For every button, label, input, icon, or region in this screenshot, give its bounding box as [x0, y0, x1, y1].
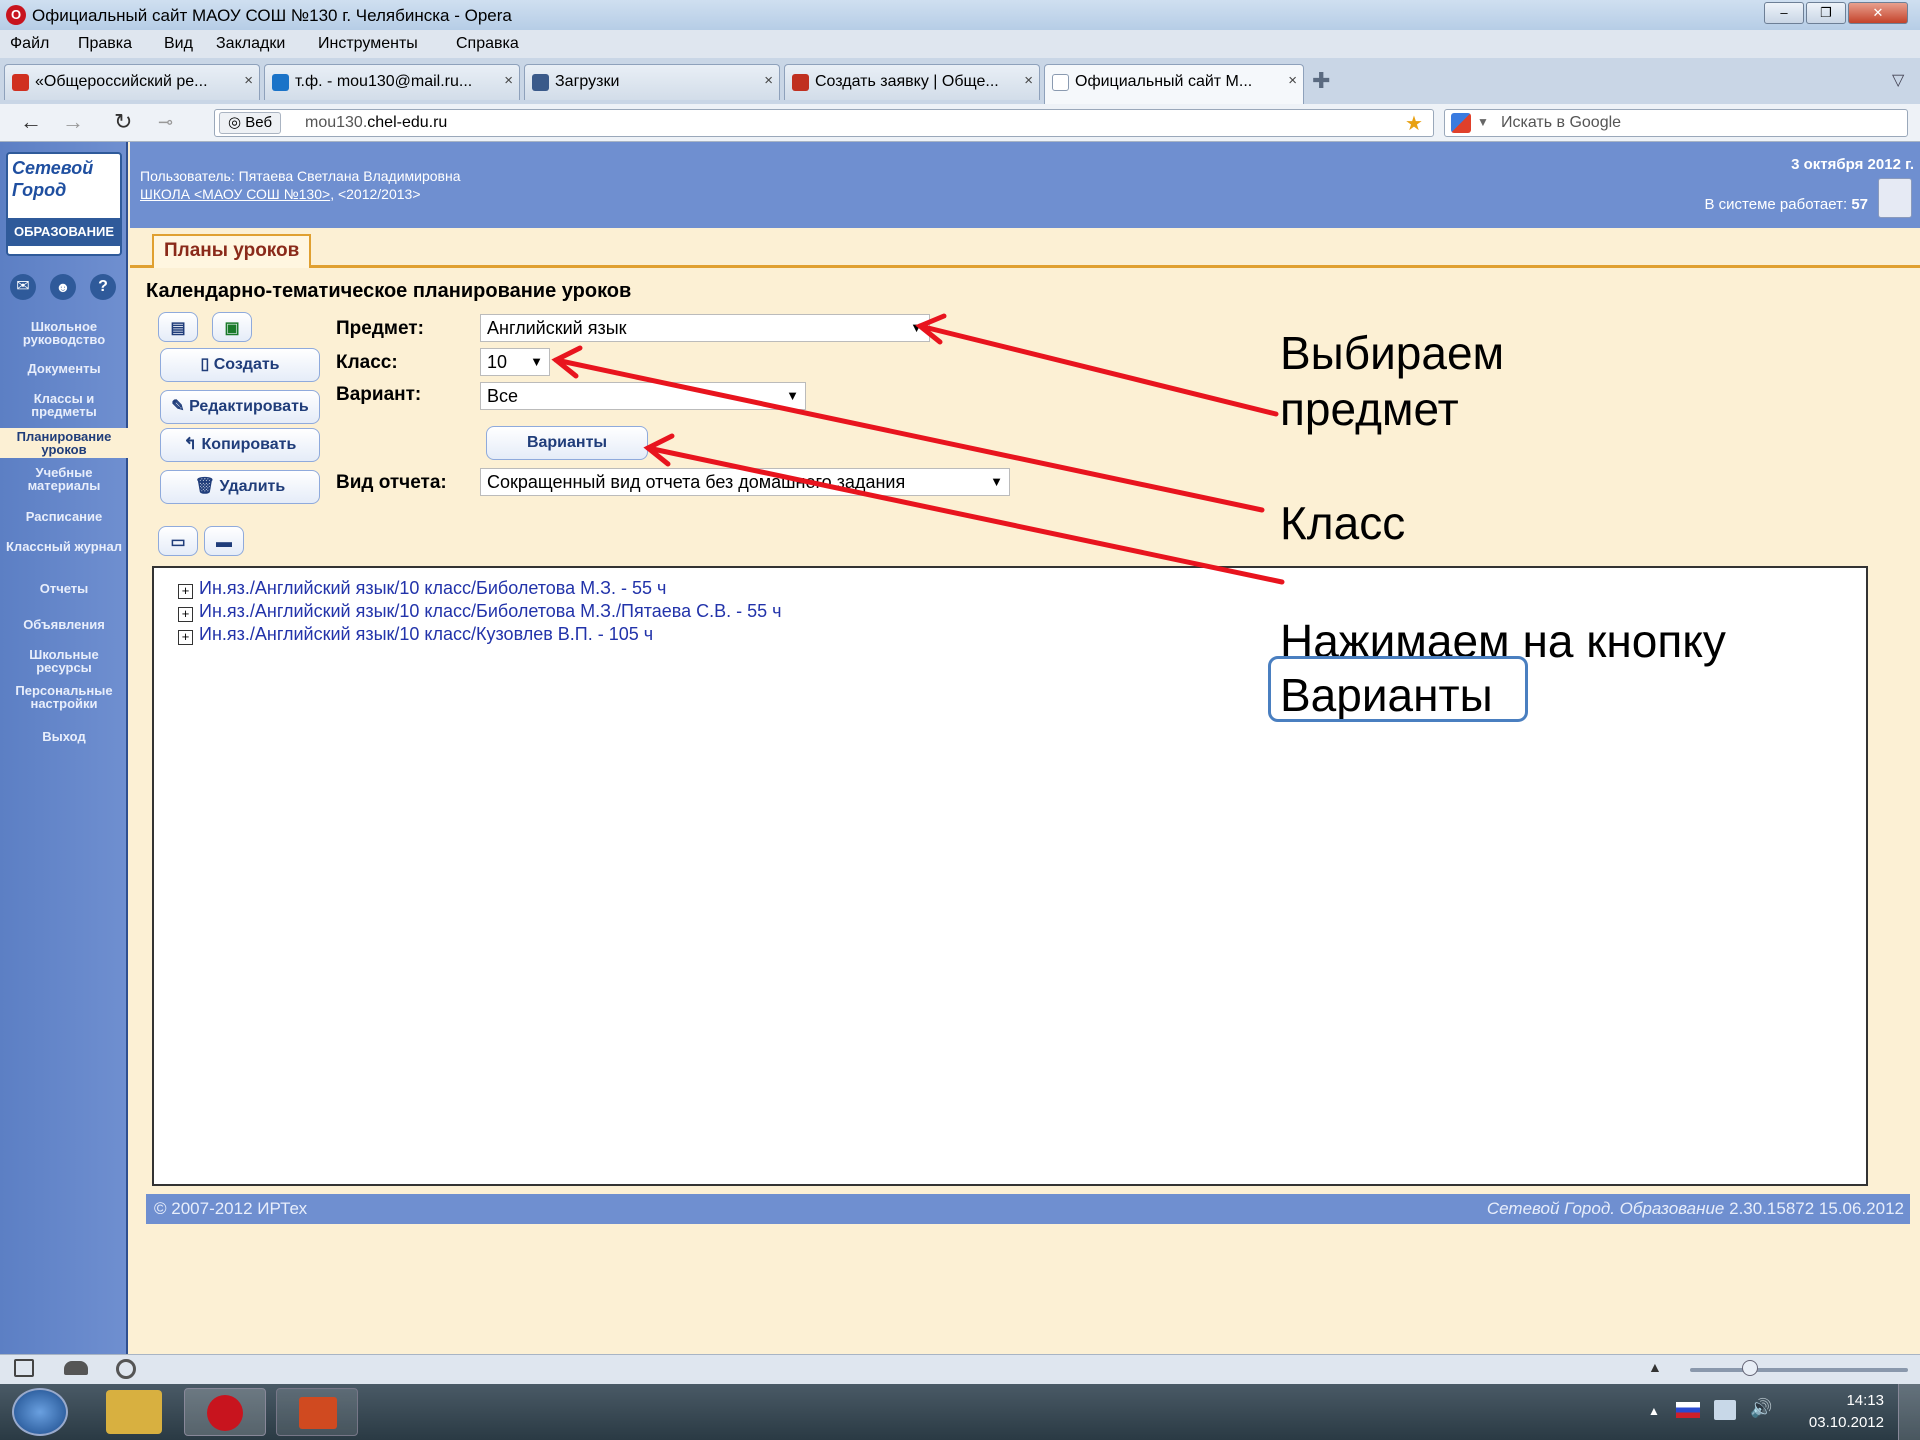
start-button-icon[interactable]: [12, 1388, 68, 1436]
speed-dial-icon[interactable]: [116, 1359, 136, 1379]
powerpoint-icon: [299, 1397, 337, 1429]
tray-expand-icon[interactable]: ▲: [1648, 1404, 1660, 1418]
chevron-up-icon[interactable]: ▲: [1648, 1359, 1662, 1375]
turbo-icon[interactable]: [64, 1361, 88, 1375]
clock-time[interactable]: 14:13: [1790, 1392, 1884, 1409]
zoom-slider-thumb[interactable]: [1742, 1360, 1758, 1376]
clock-date[interactable]: 03.10.2012: [1790, 1414, 1884, 1431]
browser-status-bar: ▲: [0, 1354, 1920, 1384]
panel-toggle-icon[interactable]: [14, 1359, 34, 1377]
taskbar-opera[interactable]: [184, 1388, 266, 1436]
arrow-variants: [645, 445, 1285, 585]
annotation-choose-line1: Выбираем: [1280, 327, 1505, 379]
taskbar-powerpoint[interactable]: [276, 1388, 358, 1436]
action-center-icon[interactable]: [1714, 1400, 1736, 1420]
windows-taskbar: ▲ 🔊 14:13 03.10.2012: [0, 1384, 1920, 1440]
annotation-highlight-box: [1268, 656, 1528, 722]
arrow-subject: [917, 323, 1279, 417]
annotation-arrows: [551, 313, 1285, 585]
explorer-icon[interactable]: [106, 1390, 162, 1434]
show-desktop-button[interactable]: [1898, 1384, 1920, 1440]
opera-icon: [207, 1395, 243, 1431]
annotation-class: Класс: [1280, 497, 1406, 549]
volume-icon[interactable]: 🔊: [1750, 1398, 1772, 1419]
zoom-slider[interactable]: [1690, 1368, 1908, 1372]
annotation-choose-line2: предмет: [1280, 383, 1459, 435]
language-flag-icon[interactable]: [1676, 1402, 1700, 1418]
